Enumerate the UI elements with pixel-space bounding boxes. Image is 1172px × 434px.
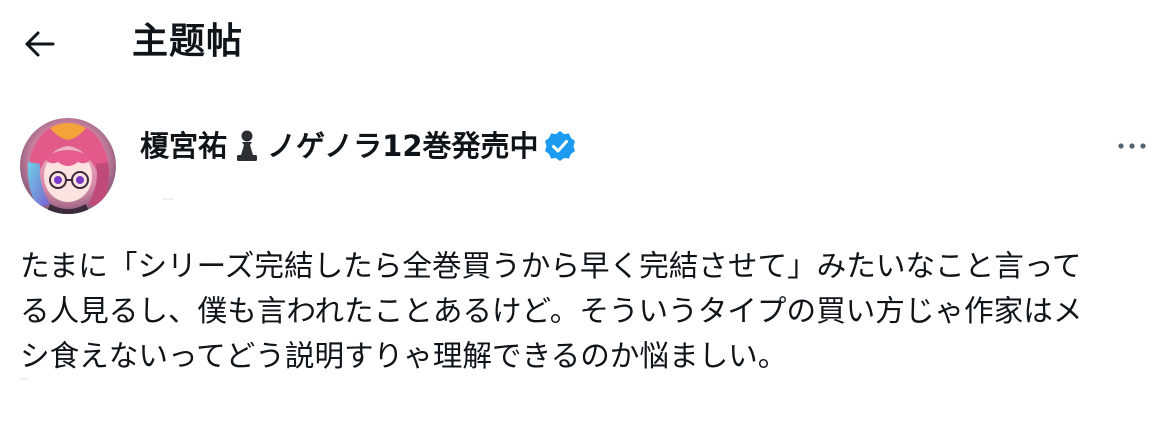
divider-mark <box>20 378 28 380</box>
author-name-suffix[interactable]: ノゲノラ12巻発売中 <box>267 126 539 166</box>
avatar[interactable] <box>20 118 116 214</box>
tweet-text-line: シ食えないってどう説明すりゃ理解できるのか悩ましい。 <box>20 339 788 373</box>
back-button[interactable] <box>18 22 62 66</box>
page-title: 主题帖 <box>132 21 244 62</box>
verified-badge-icon <box>543 129 577 163</box>
more-options-button[interactable] <box>1110 128 1154 164</box>
header-bar: 主题帖 <box>0 0 1172 90</box>
chess-pawn-icon <box>233 129 261 163</box>
tweet-text-line: る人見るし、僕も言われたことあるけど。そういうタイプの買い方じゃ作家はメ <box>20 294 1083 328</box>
arrow-left-icon <box>25 31 55 57</box>
author-name-row[interactable]: 榎宮祐 ノゲノラ12巻発売中 <box>140 124 577 168</box>
tweet-text: たまに「シリーズ完結したら全巻買うから早く完結させて」みたいなこと言って る人見… <box>20 244 1160 379</box>
avatar-image <box>20 118 116 214</box>
handle-placeholder <box>162 198 174 200</box>
more-horizontal-icon <box>1118 143 1146 149</box>
author-name-prefix[interactable]: 榎宮祐 <box>140 126 227 166</box>
tweet-text-line: たまに「シリーズ完結したら全巻買うから早く完結させて」みたいなこと言って <box>20 249 1082 283</box>
